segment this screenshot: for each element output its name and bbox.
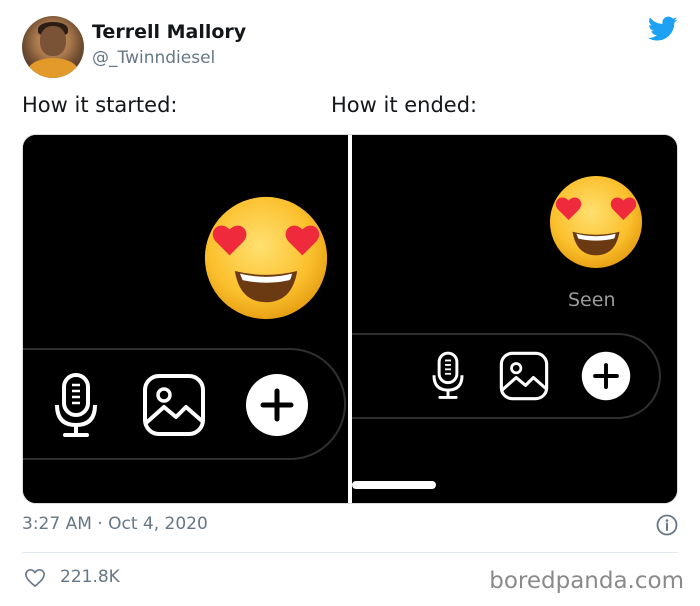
tweet-card: Terrell Mallory @_Twinndiesel How it sta…: [0, 0, 700, 606]
info-icon[interactable]: [656, 514, 678, 536]
author-handle[interactable]: @_Twinndiesel: [92, 48, 215, 68]
gallery-icon[interactable]: [499, 351, 549, 401]
heart-eyes-emoji: [549, 175, 643, 269]
seen-label: Seen: [568, 289, 616, 311]
plus-circle-icon[interactable]: [581, 351, 631, 401]
caption-how-it-ended: How it ended:: [331, 93, 478, 117]
caption-how-it-started: How it started:: [22, 93, 178, 117]
divider-line: [22, 552, 678, 553]
heart-eyes-emoji: [204, 196, 328, 320]
tweet-media[interactable]: Seen: [22, 134, 678, 504]
tweet-timestamp[interactable]: 3:27 AM · Oct 4, 2020: [22, 514, 208, 534]
avatar[interactable]: [22, 16, 84, 78]
microphone-icon[interactable]: [53, 373, 99, 439]
twitter-bird-icon[interactable]: [648, 16, 678, 42]
media-panel-ended: Seen: [352, 135, 677, 503]
plus-circle-icon[interactable]: [245, 373, 309, 437]
microphone-icon[interactable]: [431, 351, 465, 401]
media-panel-started: [23, 135, 348, 503]
home-indicator: [352, 481, 436, 489]
watermark: boredpanda.com: [489, 568, 684, 594]
gallery-icon[interactable]: [142, 373, 206, 437]
author-name[interactable]: Terrell Mallory: [92, 21, 246, 43]
like-count: 221.8K: [60, 567, 120, 587]
heart-icon[interactable]: [24, 568, 46, 588]
